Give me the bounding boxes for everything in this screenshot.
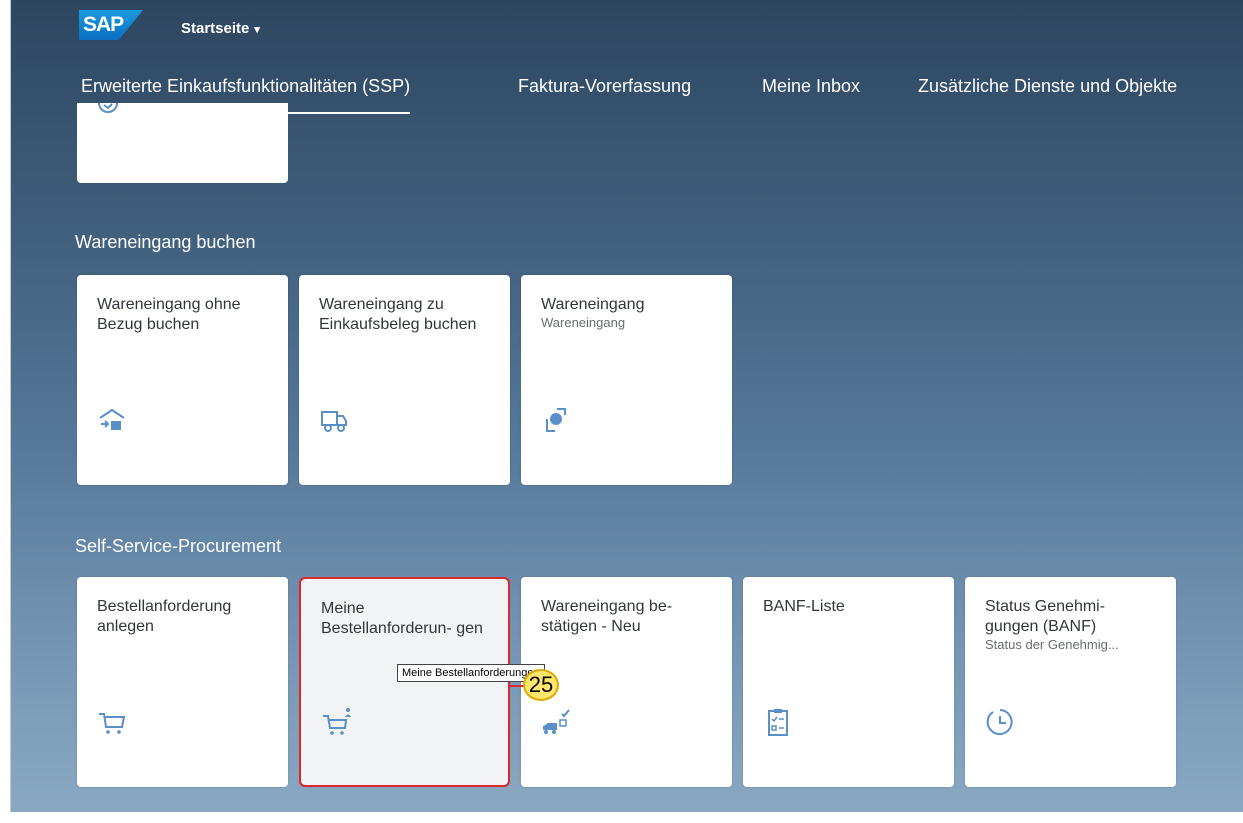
logo-text: SAP: [83, 13, 124, 36]
tile-wareneingang[interactable]: Wareneingang Wareneingang: [521, 275, 732, 485]
tile-title: Wareneingang be- stätigen - Neu: [541, 598, 673, 635]
tab-inbox[interactable]: Meine Inbox: [762, 76, 860, 97]
home-title: Startseite: [181, 20, 250, 37]
partial-icon: [98, 103, 118, 113]
tooltip: Meine Bestellanforderungen: [397, 664, 545, 682]
tile-wareneingang-ohne-bezug[interactable]: Wareneingang ohne Bezug buchen: [77, 275, 288, 485]
chevron-down-icon: ▾: [254, 24, 260, 36]
warehouse-inbound-icon: [99, 408, 125, 430]
clipboard-list-icon: [768, 709, 788, 736]
tile-banf-liste[interactable]: BANF-Liste: [743, 577, 954, 787]
tile-subtitle: Status der Genehmig...: [985, 637, 1119, 652]
tile-meine-bestellanforderungen[interactable]: Meine Bestellanforderun- gen: [299, 577, 510, 787]
tile-title: BANF-Liste: [763, 598, 845, 615]
tab-services[interactable]: Zusätzliche Dienste und Objekte: [918, 76, 1177, 97]
tile-title: Status Genehmi- gungen (BANF): [985, 598, 1106, 635]
tile-status-genehmigungen[interactable]: Status Genehmi- gungen (BANF) Status der…: [965, 577, 1176, 787]
delivery-truck-icon: [321, 411, 347, 432]
tile-bestellanforderung-anlegen[interactable]: Bestellanforderung anlegen: [77, 577, 288, 787]
tile-subtitle: Wareneingang: [541, 315, 626, 330]
goods-receipt-icon: [546, 408, 566, 432]
group-title-ssp: Self-Service-Procurement: [75, 536, 282, 556]
sap-logo[interactable]: SAP: [79, 10, 143, 40]
pending-clock-icon: [986, 709, 1013, 735]
tile-title: Wareneingang zu Einkaufsbeleg buchen: [319, 296, 477, 333]
group-title-wareneingang: Wareneingang buchen: [75, 232, 256, 252]
truck-check-icon: [543, 709, 570, 734]
home-menu[interactable]: Startseite ▾: [181, 20, 260, 37]
tile-title: Wareneingang: [541, 296, 645, 313]
callout-line: [508, 685, 524, 687]
tab-faktura[interactable]: Faktura-Vorerfassung: [518, 76, 691, 97]
tab-ssp[interactable]: Erweiterte Einkaufsfunktionalitäten (SSP…: [81, 76, 411, 114]
tile-wareneingang-einkaufsbeleg[interactable]: Wareneingang zu Einkaufsbeleg buchen: [299, 275, 510, 485]
cart-person-icon: [323, 708, 351, 735]
launchpad: SAP Startseite ▾ Erweiterte Einkaufsfunkt…: [10, 0, 1243, 812]
cart-icon: [99, 713, 126, 734]
tile-title: Wareneingang ohne Bezug buchen: [97, 296, 241, 333]
partial-tile[interactable]: [77, 103, 288, 183]
step-badge: 25: [523, 669, 559, 701]
tile-title: Meine Bestellanforderun- gen: [321, 600, 483, 637]
tile-title: Bestellanforderung anlegen: [97, 598, 232, 635]
